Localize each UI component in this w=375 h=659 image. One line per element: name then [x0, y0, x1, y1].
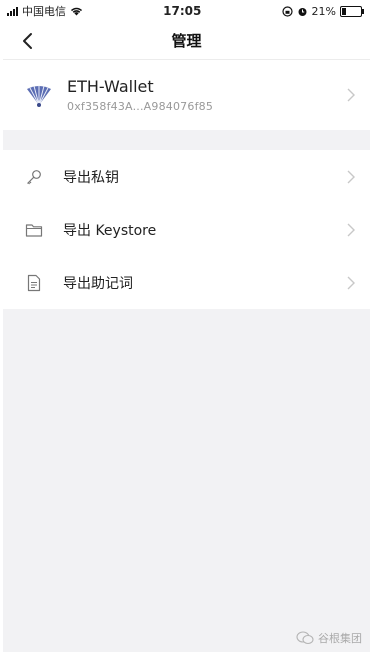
export-private-key-item[interactable]: 导出私钥: [3, 150, 370, 203]
export-menu: 导出私钥 导出 Keystore 导出助记词: [3, 150, 370, 309]
document-icon: [27, 274, 41, 291]
battery-percent: 21%: [311, 4, 336, 18]
alarm-icon: [298, 7, 307, 16]
export-keystore-item[interactable]: 导出 Keystore: [3, 203, 370, 256]
signal-icon: [7, 6, 18, 16]
clock: 17:05: [163, 4, 202, 18]
folder-icon: [25, 223, 43, 237]
wallet-fan-icon: [27, 85, 51, 107]
navigation-bar: 管理: [3, 22, 370, 60]
status-bar: 中国电信 17:05 21%: [3, 0, 370, 22]
back-arrow-icon[interactable]: [17, 30, 39, 52]
export-mnemonic-item[interactable]: 导出助记词: [3, 256, 370, 309]
wallet-row[interactable]: ETH-Wallet 0xf358f43A...A984076f85: [3, 60, 370, 130]
menu-item-label: 导出助记词: [63, 275, 133, 292]
wallet-address: 0xf358f43A...A984076f85: [67, 100, 214, 113]
battery-icon: [340, 5, 364, 17]
key-icon: [27, 169, 41, 184]
watermark: 谷根集团: [296, 630, 362, 646]
wifi-icon: [70, 7, 83, 16]
watermark-text: 谷根集团: [318, 632, 362, 645]
chevron-right-icon: [347, 276, 355, 289]
page-title: 管理: [171, 32, 202, 50]
chevron-right-icon: [347, 223, 355, 236]
phone-screen: 中国电信 17:05 21% 管理 ETH-Wallet 0xf358f43A.…: [3, 0, 370, 652]
battery-fill: [342, 7, 346, 15]
carrier-label: 中国电信: [22, 5, 66, 18]
chevron-right-icon: [347, 170, 355, 183]
wallet-name: ETH-Wallet: [67, 77, 154, 96]
lock-rotation-icon: [281, 5, 293, 17]
wechat-icon: [296, 631, 314, 645]
menu-item-label: 导出私钥: [63, 169, 119, 186]
menu-item-label: 导出 Keystore: [63, 222, 157, 239]
chevron-right-icon: [347, 88, 355, 102]
